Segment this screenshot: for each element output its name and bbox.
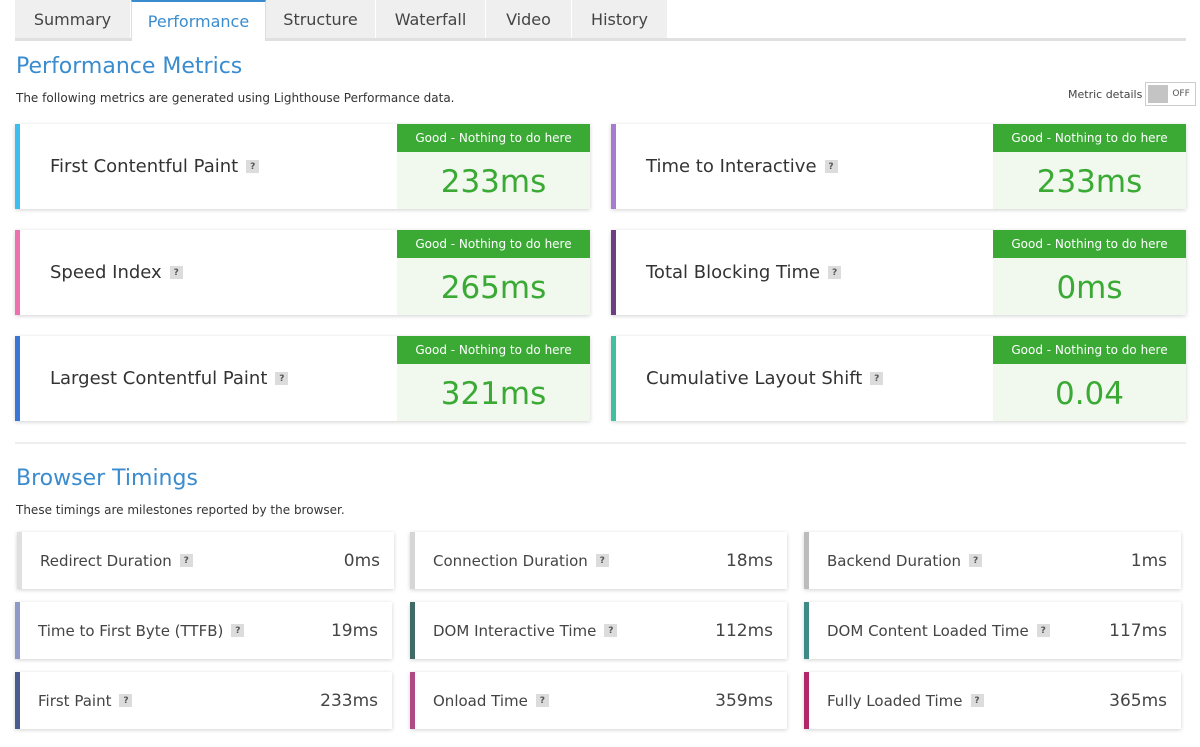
metric-card-speed-index: Speed Index? Good - Nothing to do here 2… [15,230,590,315]
help-icon[interactable]: ? [169,266,183,279]
metric-value: 321ms [440,375,547,412]
help-icon[interactable]: ? [604,624,618,637]
metric-name: Time to Interactive [646,156,817,177]
help-icon[interactable]: ? [275,372,289,385]
timing-name: DOM Interactive Time [433,621,597,640]
timing-value: 365ms [1109,690,1167,711]
help-icon[interactable]: ? [970,694,984,707]
metric-grade-box: Good - Nothing to do here 233ms [993,124,1186,209]
help-icon[interactable]: ? [595,554,609,567]
help-icon[interactable]: ? [828,266,842,279]
tab-video[interactable]: Video [486,0,572,38]
timing-value: 0ms [343,550,380,571]
grade-badge: Good - Nothing to do here [397,230,590,258]
timing-card-fully-loaded-time: Fully Loaded Time? 365ms [804,672,1181,729]
timing-card-dom-interactive-time: DOM Interactive Time? 112ms [410,602,787,659]
grade-badge: Good - Nothing to do here [993,124,1186,152]
timing-value: 1ms [1130,550,1167,571]
timing-card-onload-time: Onload Time? 359ms [410,672,787,729]
timing-name: DOM Content Loaded Time [827,621,1029,640]
browser-timings-description: These timings are milestones reported by… [16,503,345,517]
help-icon[interactable]: ? [535,694,549,707]
performance-metrics-description: The following metrics are generated usin… [16,91,455,105]
metric-details-label: Metric details [1068,87,1143,101]
metric-card-time-to-interactive: Time to Interactive? Good - Nothing to d… [611,124,1186,209]
timing-card-first-paint: First Paint? 233ms [15,672,392,729]
timing-name: Fully Loaded Time [827,691,963,710]
timing-value: 18ms [725,550,773,571]
timing-name: Onload Time [433,691,528,710]
report-tabs: Summary Performance Structure Waterfall … [15,0,1186,41]
timing-value: 112ms [715,620,773,641]
grade-badge: Good - Nothing to do here [993,336,1186,364]
timing-name: Redirect Duration [40,551,172,570]
timing-card-time-to-first-byte: Time to First Byte (TTFB)? 19ms [15,602,392,659]
timing-name: Backend Duration [827,551,962,570]
browser-timings-title: Browser Timings [16,466,198,491]
tab-structure[interactable]: Structure [266,0,376,38]
metric-value: 233ms [440,163,547,200]
metric-name: Cumulative Layout Shift [646,368,863,389]
tab-waterfall[interactable]: Waterfall [376,0,486,38]
metric-name: Largest Contentful Paint [50,368,268,389]
metric-details-toggle[interactable]: OFF [1145,82,1197,106]
timing-value: 359ms [715,690,773,711]
help-icon[interactable]: ? [246,160,260,173]
performance-metrics-title: Performance Metrics [16,54,243,79]
metric-grade-box: Good - Nothing to do here 0ms [993,230,1186,315]
help-icon[interactable]: ? [1036,624,1050,637]
metric-name: First Contentful Paint [50,156,239,177]
metric-name: Total Blocking Time [646,262,821,283]
metric-value: 0.04 [1054,375,1125,412]
metric-card-cumulative-layout-shift: Cumulative Layout Shift? Good - Nothing … [611,336,1186,421]
metric-grade-box: Good - Nothing to do here 321ms [397,336,590,421]
timing-value: 117ms [1109,620,1167,641]
metric-details-control: Metric details OFF [1068,82,1197,106]
tab-performance[interactable]: Performance [131,0,266,41]
report-page: Summary Performance Structure Waterfall … [0,0,1200,747]
metric-grade-box: Good - Nothing to do here 0.04 [993,336,1186,421]
metric-card-total-blocking-time: Total Blocking Time? Good - Nothing to d… [611,230,1186,315]
metric-value: 0ms [1056,269,1123,306]
timing-name: First Paint [38,691,112,710]
help-icon[interactable]: ? [969,554,983,567]
toggle-knob [1148,85,1169,103]
timing-card-connection-duration: Connection Duration? 18ms [410,532,787,589]
tab-summary[interactable]: Summary [15,0,131,38]
metric-grade-box: Good - Nothing to do here 233ms [397,124,590,209]
metric-value: 233ms [1036,163,1143,200]
grade-badge: Good - Nothing to do here [993,230,1186,258]
timing-card-backend-duration: Backend Duration? 1ms [804,532,1181,589]
metric-value: 265ms [440,269,547,306]
timing-value: 233ms [320,690,378,711]
timing-name: Time to First Byte (TTFB) [38,621,224,640]
timing-card-dom-content-loaded-time: DOM Content Loaded Time? 117ms [804,602,1181,659]
metric-card-first-contentful-paint: First Contentful Paint? Good - Nothing t… [15,124,590,209]
tab-history[interactable]: History [572,0,668,38]
help-icon[interactable]: ? [179,554,193,567]
grade-badge: Good - Nothing to do here [397,336,590,364]
section-divider [15,442,1186,444]
help-icon[interactable]: ? [119,694,133,707]
timing-name: Connection Duration [433,551,588,570]
help-icon[interactable]: ? [231,624,245,637]
grade-badge: Good - Nothing to do here [397,124,590,152]
metric-name: Speed Index [50,262,162,283]
metric-card-largest-contentful-paint: Largest Contentful Paint? Good - Nothing… [15,336,590,421]
help-icon[interactable]: ? [870,372,884,385]
toggle-state: OFF [1172,89,1190,99]
timing-value: 19ms [330,620,378,641]
help-icon[interactable]: ? [824,160,838,173]
metric-grade-box: Good - Nothing to do here 265ms [397,230,590,315]
timing-card-redirect-duration: Redirect Duration? 0ms [17,532,394,589]
